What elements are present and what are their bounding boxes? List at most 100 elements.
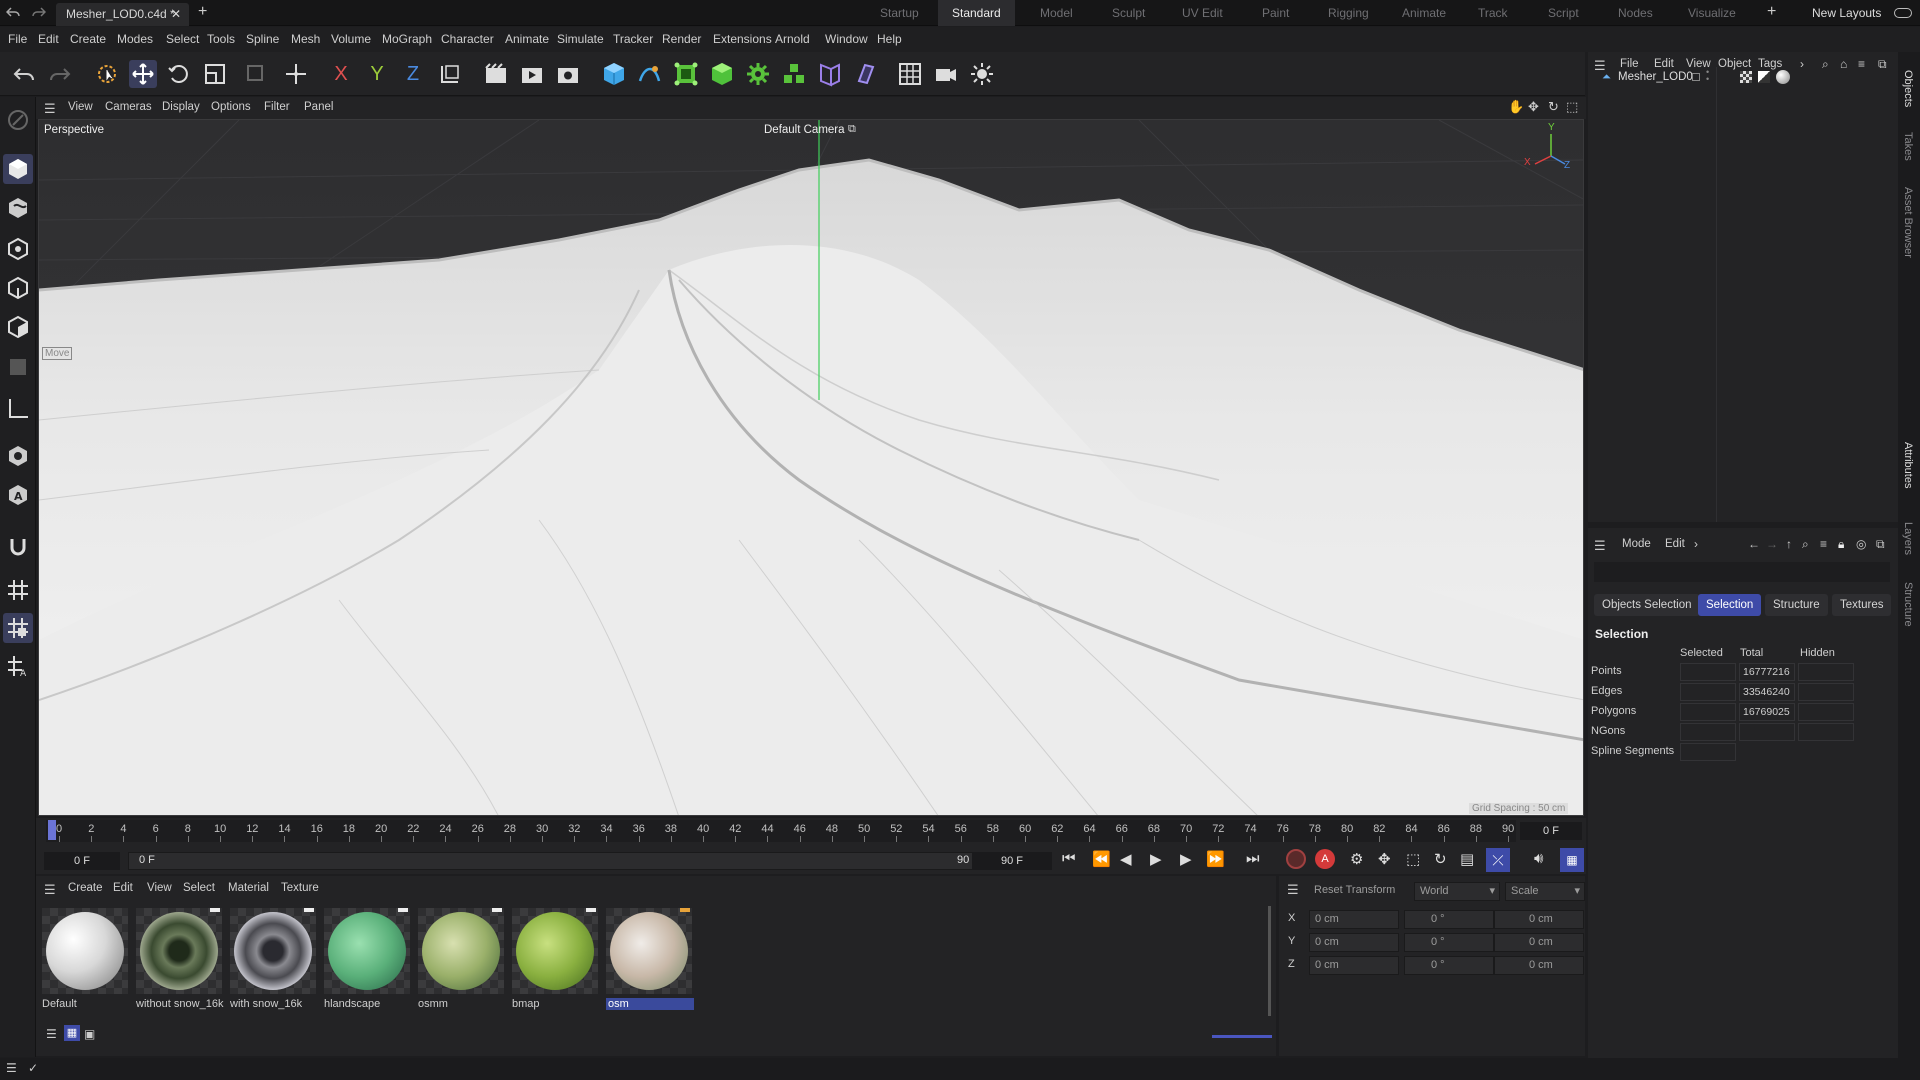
end-frame-field[interactable]: 90 F bbox=[972, 852, 1052, 870]
coords-hamburger-icon[interactable]: ☰ bbox=[1287, 882, 1299, 898]
tag-phong-icon[interactable] bbox=[1758, 71, 1770, 83]
tag-checker-icon[interactable] bbox=[1740, 71, 1752, 83]
cloner-button[interactable] bbox=[744, 60, 772, 88]
undo-button[interactable] bbox=[10, 60, 38, 88]
texture-mode-icon[interactable] bbox=[3, 193, 33, 223]
viewport-menu-display[interactable]: Display bbox=[162, 101, 200, 113]
render-view-button[interactable] bbox=[482, 60, 510, 88]
rotate-tool-button[interactable] bbox=[165, 60, 193, 88]
new-layouts-button[interactable]: New Layouts bbox=[1812, 6, 1881, 20]
objects-menu-edit[interactable]: Edit bbox=[1654, 58, 1674, 70]
objects-menu-object[interactable]: Object bbox=[1718, 58, 1751, 70]
material-swatch[interactable]: Default bbox=[40, 906, 130, 1016]
objects-menu-file[interactable]: File bbox=[1620, 58, 1639, 70]
mograph-button[interactable] bbox=[780, 60, 808, 88]
menu-character[interactable]: Character bbox=[441, 32, 494, 46]
visibility-dots-icon[interactable]: • • bbox=[1706, 68, 1709, 84]
tab-selection[interactable]: Selection bbox=[1698, 594, 1762, 616]
rotation-field[interactable]: 0 ° bbox=[1404, 956, 1494, 975]
light-button[interactable] bbox=[968, 60, 996, 88]
material-swatch[interactable]: bmap bbox=[510, 906, 600, 1016]
current-frame-field[interactable]: 0 F bbox=[1520, 822, 1582, 840]
polygons-mode-icon[interactable] bbox=[3, 312, 33, 342]
attributes-menu-mode[interactable]: Mode bbox=[1622, 538, 1651, 550]
forward-arrow-icon[interactable]: → bbox=[1766, 537, 1778, 551]
rotation-field[interactable]: 0 ° bbox=[1404, 910, 1494, 929]
timeline-ruler[interactable] bbox=[46, 820, 1516, 842]
planar-workplane-icon[interactable]: A bbox=[3, 651, 33, 681]
layout-paint[interactable]: Paint bbox=[1262, 0, 1289, 26]
material-swatch[interactable]: without snow_16k bbox=[134, 906, 224, 1016]
field-button[interactable] bbox=[852, 60, 880, 88]
scale-tool-button[interactable] bbox=[201, 60, 229, 88]
transform-mode-select[interactable]: Scale ▾ bbox=[1505, 882, 1585, 901]
key-position-icon[interactable]: ✥ bbox=[1378, 850, 1391, 868]
locked-workplane-icon[interactable] bbox=[3, 613, 33, 643]
menu-mograph[interactable]: MoGraph bbox=[382, 32, 432, 46]
subdivision-surface-button[interactable] bbox=[672, 60, 700, 88]
uv-mode-icon[interactable] bbox=[3, 352, 33, 382]
grid-view-icon[interactable]: ▦ bbox=[64, 1025, 80, 1041]
viewport-menu-cameras[interactable]: Cameras bbox=[105, 101, 152, 113]
go-to-start-icon[interactable]: ⏮ bbox=[1062, 850, 1076, 867]
menu-help[interactable]: Help bbox=[877, 32, 902, 46]
tab-structure[interactable]: Structure bbox=[1765, 594, 1828, 616]
viewport-menu-view[interactable]: View bbox=[68, 101, 93, 113]
camera-button[interactable] bbox=[932, 60, 960, 88]
workplane-icon[interactable] bbox=[3, 575, 33, 605]
tab-textures[interactable]: Textures bbox=[1832, 594, 1892, 616]
layout-rigging[interactable]: Rigging bbox=[1328, 0, 1369, 26]
rotation-field[interactable]: 0 ° bbox=[1404, 933, 1494, 952]
menu-create[interactable]: Create bbox=[70, 32, 106, 46]
lock-z-button[interactable]: Z bbox=[399, 60, 427, 88]
menu-edit[interactable]: Edit bbox=[38, 32, 59, 46]
menu-render[interactable]: Render bbox=[662, 32, 701, 46]
viewport-menu-options[interactable]: Options bbox=[211, 101, 251, 113]
menu-extensions[interactable]: Extensions bbox=[713, 32, 772, 46]
large-view-icon[interactable]: ▣ bbox=[84, 1027, 95, 1041]
side-tab-attributes[interactable]: Attributes bbox=[1902, 442, 1914, 488]
axis-mode-icon[interactable] bbox=[3, 394, 33, 424]
model-mode-icon[interactable] bbox=[3, 154, 33, 184]
camera-label[interactable]: Default Camera bbox=[764, 124, 845, 136]
playhead[interactable] bbox=[48, 820, 56, 840]
points-mode-icon[interactable] bbox=[3, 234, 33, 264]
keyframe-selection-icon[interactable]: ⚙ bbox=[1350, 850, 1363, 868]
layout-sculpt[interactable]: Sculpt bbox=[1112, 0, 1145, 26]
redo-history-icon[interactable] bbox=[32, 6, 46, 18]
pan-view-icon[interactable]: ✋ bbox=[1508, 99, 1524, 115]
live-selection-button[interactable] bbox=[93, 60, 121, 88]
menu-arnold[interactable]: Arnold bbox=[775, 32, 810, 46]
maximize-view-icon[interactable]: ⬚ bbox=[1566, 99, 1578, 115]
camera-link-icon[interactable]: ⧉ bbox=[848, 123, 856, 136]
next-frame-icon[interactable]: ▶ bbox=[1180, 850, 1192, 868]
list-view-icon[interactable]: ☰ bbox=[46, 1027, 57, 1041]
material-menu-select[interactable]: Select bbox=[183, 882, 215, 894]
world-coordinates-button[interactable] bbox=[436, 60, 464, 88]
material-swatch[interactable]: hlandscape bbox=[322, 906, 412, 1016]
play-icon[interactable]: ▶ bbox=[1150, 850, 1162, 868]
go-to-end-icon[interactable]: ⏭ bbox=[1246, 850, 1260, 867]
material-zoom-slider[interactable] bbox=[1212, 1035, 1272, 1038]
key-parameter-icon[interactable]: ▤ bbox=[1460, 850, 1474, 868]
attributes-new-window-icon[interactable]: ⧉ bbox=[1876, 537, 1885, 552]
layout-track[interactable]: Track bbox=[1478, 0, 1508, 26]
layout-nodes[interactable]: Nodes bbox=[1618, 0, 1653, 26]
menu-file[interactable]: File bbox=[8, 32, 27, 46]
menu-select[interactable]: Select bbox=[166, 32, 199, 46]
rotate-view-icon[interactable]: ↻ bbox=[1548, 99, 1559, 115]
objects-menu-view[interactable]: View bbox=[1686, 58, 1711, 70]
menu-tools[interactable]: Tools bbox=[207, 32, 235, 46]
side-tab-takes[interactable]: Takes bbox=[1902, 132, 1914, 161]
move-view-icon[interactable]: ✥ bbox=[1528, 99, 1539, 115]
material-menu-create[interactable]: Create bbox=[68, 882, 103, 894]
next-keyframe-icon[interactable]: ⏩ bbox=[1206, 850, 1225, 868]
menu-simulate[interactable]: Simulate bbox=[557, 32, 604, 46]
material-swatch[interactable]: with snow_16k bbox=[228, 906, 318, 1016]
size-field[interactable]: 0 cm bbox=[1494, 956, 1584, 975]
previous-keyframe-icon[interactable]: ⏪ bbox=[1092, 850, 1111, 868]
move-tool-button[interactable] bbox=[129, 60, 157, 88]
undo-history-icon[interactable] bbox=[6, 6, 20, 18]
new-tab-plus-icon[interactable]: + bbox=[198, 3, 207, 21]
material-list-scrollbar[interactable] bbox=[1268, 906, 1271, 1016]
